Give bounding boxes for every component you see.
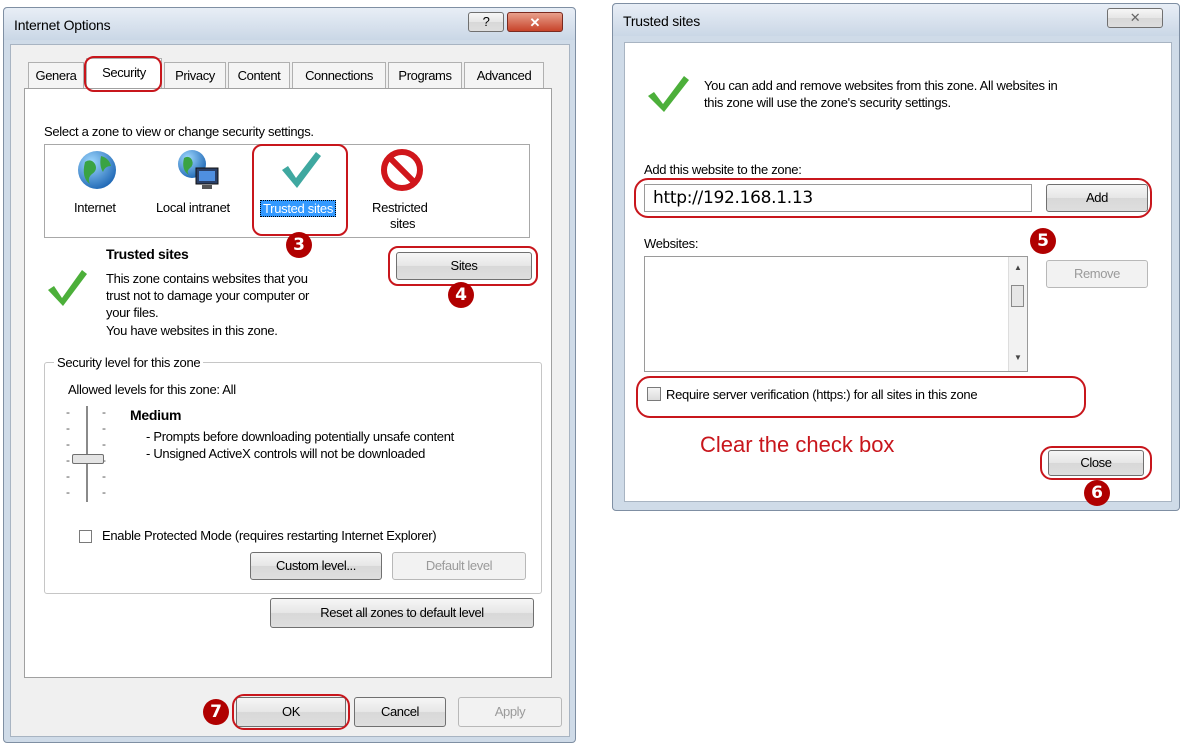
slider-thumb[interactable] (72, 454, 104, 464)
zone-internet-label: Internet (74, 200, 116, 215)
close-icon: ✕ (529, 15, 541, 30)
default-level-button[interactable]: Default level (392, 552, 526, 580)
tab-general[interactable]: Genera (28, 62, 84, 88)
zone-desc-line-3: your files. (106, 305, 159, 320)
zone-local-intranet[interactable]: Local intranet (152, 148, 248, 220)
level-bullet-1: - Prompts before downloading potentially… (146, 429, 454, 444)
remove-button[interactable]: Remove (1046, 260, 1148, 288)
apply-button[interactable]: Apply (458, 697, 562, 727)
sites-button[interactable]: Sites (396, 252, 532, 280)
zone-desc-line-1: This zone contains websites that you (106, 271, 308, 286)
add-website-label: Add this website to the zone: (644, 162, 802, 177)
close-button[interactable]: Close (1048, 450, 1144, 476)
zone-prompt: Select a zone to view or change security… (44, 124, 314, 139)
security-group-title: Security level for this zone (54, 355, 204, 370)
step-badge-3: 3 (286, 232, 312, 258)
trusted-sites-title: Trusted sites (623, 13, 701, 29)
cancel-button[interactable]: Cancel (354, 697, 446, 727)
clear-check-box-note: Clear the check box (700, 432, 895, 457)
check-icon (282, 152, 321, 188)
add-button[interactable]: Add (1046, 184, 1148, 212)
zone-restricted-sites[interactable]: Restricted sites (366, 148, 442, 234)
ok-button[interactable]: OK (236, 697, 346, 727)
protected-mode-checkbox[interactable] (79, 530, 92, 543)
scroll-down-icon[interactable]: ▼ (1014, 353, 1022, 362)
tab-connections[interactable]: Connections (292, 62, 386, 88)
info-text-line-2: this zone will use the zone's security s… (704, 95, 951, 110)
require-https-checkbox[interactable] (647, 387, 661, 401)
restricted-icon (381, 149, 423, 191)
zone-restricted-label-line2: sites (390, 216, 416, 231)
help-button[interactable]: ? (468, 12, 504, 32)
step-badge-6: 6 (1084, 480, 1110, 506)
url-input[interactable]: http://192.168.1.13 (644, 184, 1032, 212)
tab-content[interactable]: Content (228, 62, 290, 88)
level-name: Medium (130, 407, 182, 423)
trusted-check-icon (48, 270, 87, 306)
tab-advanced[interactable]: Advanced (464, 62, 544, 88)
scroll-thumb[interactable] (1011, 285, 1024, 307)
tab-programs[interactable]: Programs (388, 62, 462, 88)
close-button[interactable]: ✕ (507, 12, 563, 32)
window-title: Internet Options (14, 17, 111, 33)
zone-internet[interactable]: Internet (64, 148, 130, 220)
zone-local-intranet-label: Local intranet (156, 200, 230, 215)
zone-trusted-sites-label: Trusted sites (260, 200, 337, 217)
globe-icon (78, 151, 116, 189)
zone-trusted-sites[interactable]: Trusted sites (254, 148, 348, 228)
zone-heading: Trusted sites (106, 246, 189, 262)
websites-label: Websites: (644, 236, 699, 251)
trusted-sites-close-x[interactable]: ✕ (1107, 8, 1163, 28)
zone-desc-line-4: You have websites in this zone. (106, 323, 278, 338)
zone-desc-line-2: trust not to damage your computer or (106, 288, 310, 303)
step-badge-4: 4 (448, 282, 474, 308)
reset-all-zones-button[interactable]: Reset all zones to default level (270, 598, 534, 628)
level-bullet-2: - Unsigned ActiveX controls will not be … (146, 446, 426, 461)
require-https-label: Require server verification (https:) for… (666, 387, 978, 402)
step-badge-7: 7 (203, 699, 229, 725)
step-badge-5: 5 (1030, 228, 1056, 254)
tab-security[interactable]: Security (86, 58, 162, 90)
trusted-sites-title-bar: Trusted sites (613, 4, 1179, 36)
tab-privacy[interactable]: Privacy (164, 62, 226, 88)
allowed-levels: Allowed levels for this zone: All (68, 382, 236, 397)
security-level-slider[interactable]: ------ ------ (64, 404, 112, 506)
protected-mode-label: Enable Protected Mode (requires restarti… (102, 528, 437, 543)
info-text-line-1: You can add and remove websites from thi… (704, 78, 1058, 93)
custom-level-button[interactable]: Custom level... (250, 552, 382, 580)
info-check-icon (648, 76, 689, 112)
help-icon: ? (482, 14, 490, 29)
intranet-icon (178, 150, 219, 189)
zone-restricted-label-line1: Restricted (372, 200, 428, 215)
websites-scrollbar[interactable]: ▲ ▼ (1008, 257, 1027, 371)
url-input-value: http://192.168.1.13 (653, 188, 813, 208)
close-icon: ✕ (1129, 10, 1141, 25)
scroll-up-icon[interactable]: ▲ (1014, 263, 1022, 272)
websites-list[interactable]: ▲ ▼ (644, 256, 1028, 372)
